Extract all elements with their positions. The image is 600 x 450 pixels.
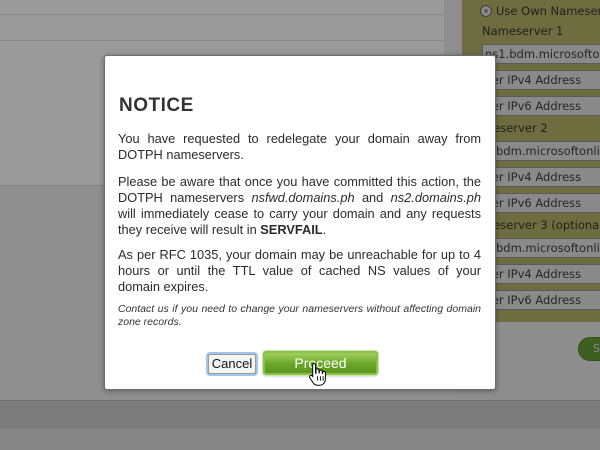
cancel-button[interactable]: Cancel (208, 354, 256, 374)
dialog-contact-note: Contact us if you need to change your na… (118, 303, 481, 328)
nameserver-1-ipv6-input[interactable]: ver IPv6 Address (482, 96, 600, 116)
divider (0, 40, 444, 41)
nameserver-1-host-input[interactable]: ns1.bdm.microsoftonline.com (482, 44, 600, 64)
nameserver-2-host-input[interactable]: 2.bdm.microsoftonline.com (482, 141, 600, 161)
divider (0, 14, 444, 15)
period: . (322, 222, 327, 237)
nameserver-3-ipv6-input[interactable]: ver IPv6 Address (482, 290, 600, 310)
hand-pointer-icon (309, 362, 326, 386)
use-own-nameservers-option[interactable]: Use Own Nameservers (480, 2, 600, 20)
nameserver-1-label: Nameserver 1 (482, 24, 564, 38)
dialog-paragraph-warning: Please be aware that once you have commi… (118, 174, 481, 238)
nameserver-1-name: nsfwd.domains.ph (251, 190, 355, 205)
radio-selected-icon[interactable] (480, 5, 492, 17)
dialog-title: NOTICE (119, 95, 194, 116)
nameserver-1-ipv4-input[interactable]: ver IPv4 Address (482, 70, 600, 90)
footer-strip (0, 429, 600, 450)
use-own-nameservers-label: Use Own Nameservers (496, 4, 600, 18)
page-footer (0, 400, 600, 450)
nameserver-2-ipv4-input[interactable]: ver IPv4 Address (482, 167, 600, 187)
nameserver-2-name: ns2.domains.ph (390, 190, 481, 205)
dialog-paragraph-redelegate: You have requested to redelegate your do… (118, 131, 481, 162)
servfail-term: SERVFAIL (260, 222, 323, 237)
save-nameservers-button[interactable]: S (578, 337, 600, 361)
nameserver-3-label: meserver 3 (optional) (482, 218, 600, 232)
dialog-paragraph-rfc: As per RFC 1035, your domain may be unre… (118, 247, 481, 294)
nameserver-3-host-input[interactable]: 3.bdm.microsoftonline.com (482, 238, 600, 258)
nameserver-3-ipv4-input[interactable]: ver IPv4 Address (482, 264, 600, 284)
notice-dialog: NOTICE You have requested to redelegate … (104, 55, 496, 390)
screen: Use Own Nameservers Nameserver 1 ns1.bdm… (0, 0, 600, 450)
nameserver-2-ipv6-input[interactable]: ver IPv6 Address (482, 193, 600, 213)
conjunction-text: and (361, 190, 384, 205)
